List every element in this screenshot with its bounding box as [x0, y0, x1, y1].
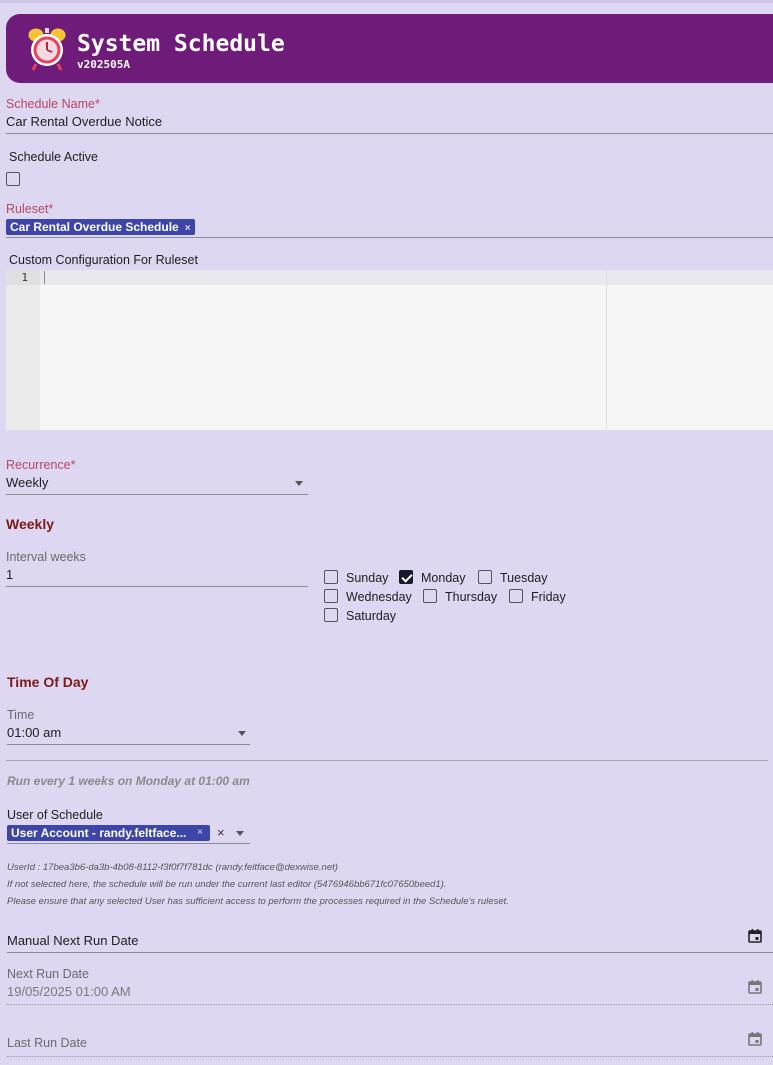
alarm-clock-icon: [28, 28, 66, 71]
day-checkbox-friday[interactable]: [509, 589, 523, 603]
manual-next-run-underline: [7, 952, 773, 953]
ruleset-underline: [6, 237, 773, 238]
app-header: System Schedule v202505A: [6, 14, 773, 83]
day-checkbox-monday[interactable]: [399, 570, 413, 584]
user-id-note: UserId : 17bea3b6-da3b-4b08-8112-f3f0f7f…: [7, 862, 338, 873]
last-run-underline: [7, 1056, 773, 1057]
editor-cursor: [44, 271, 45, 284]
day-checkbox-tuesday[interactable]: [478, 570, 492, 584]
day-label-thursday: Thursday: [445, 590, 498, 604]
user-of-schedule-label: User of Schedule: [7, 808, 103, 822]
access-warning-note: Please ensure that any selected User has…: [7, 896, 509, 907]
editor-line-number: 1: [21, 271, 28, 284]
schedule-summary: Run every 1 weeks on Monday at 01:00 am: [7, 774, 250, 788]
interval-weeks-label: Interval weeks: [6, 550, 86, 564]
ruleset-chip-remove-icon[interactable]: ×: [185, 223, 191, 234]
day-checkbox-sunday[interactable]: [324, 570, 338, 584]
user-underline: [7, 843, 250, 844]
weekly-heading: Weekly: [6, 516, 54, 532]
user-clear-icon[interactable]: ×: [217, 825, 225, 841]
custom-config-label: Custom Configuration For Ruleset: [9, 253, 198, 267]
page-title: System Schedule: [77, 31, 285, 57]
next-run-calendar-icon: [748, 980, 762, 994]
schedule-name-underline: [6, 133, 773, 134]
section-divider: [6, 760, 768, 761]
recurrence-label: Recurrence*: [6, 458, 76, 472]
next-run-label: Next Run Date: [7, 967, 89, 981]
interval-weeks-underline: [6, 586, 308, 587]
time-label: Time: [7, 708, 35, 722]
recurrence-chevron-down-icon[interactable]: [295, 481, 303, 486]
top-border: [0, 0, 773, 3]
editor-gutter: [6, 270, 40, 430]
time-select[interactable]: 01:00 am: [7, 725, 227, 740]
day-label-wednesday: Wednesday: [346, 590, 412, 604]
time-underline: [7, 744, 250, 745]
last-run-calendar-icon: [748, 1032, 762, 1046]
editor-active-line: [40, 270, 773, 285]
time-of-day-heading: Time Of Day: [7, 674, 89, 690]
manual-next-run-calendar-icon[interactable]: [748, 929, 762, 943]
time-chevron-down-icon[interactable]: [238, 731, 246, 736]
manual-next-run-input[interactable]: Manual Next Run Date: [7, 933, 727, 948]
editor-fallback-note: If not selected here, the schedule will …: [7, 879, 447, 890]
user-chip[interactable]: User Account - randy.feltface...: [7, 825, 210, 841]
day-checkbox-wednesday[interactable]: [324, 589, 338, 603]
editor-print-margin: [606, 270, 607, 430]
day-checkbox-saturday[interactable]: [324, 608, 338, 622]
day-checkbox-thursday[interactable]: [423, 589, 437, 603]
user-chip-remove-icon[interactable]: ×: [197, 825, 203, 841]
recurrence-select[interactable]: Weekly: [6, 475, 306, 490]
user-chip-label: User Account - randy.feltface...: [11, 826, 187, 840]
day-label-friday: Friday: [531, 590, 566, 604]
last-run-label: Last Run Date: [7, 1036, 87, 1050]
schedule-active-label: Schedule Active: [9, 150, 98, 164]
ruleset-chip-label: Car Rental Overdue Schedule: [10, 220, 179, 234]
interval-weeks-input[interactable]: 1: [6, 567, 306, 582]
next-run-value: 19/05/2025 01:00 AM: [7, 984, 131, 999]
schedule-name-label: Schedule Name*: [6, 97, 100, 111]
schedule-name-input[interactable]: Car Rental Overdue Notice: [6, 114, 766, 129]
day-label-sunday: Sunday: [346, 571, 389, 585]
ruleset-label: Ruleset*: [6, 202, 54, 216]
user-chevron-down-icon[interactable]: [236, 831, 244, 836]
recurrence-underline: [6, 494, 308, 495]
next-run-underline: [7, 1004, 773, 1005]
day-label-saturday: Saturday: [346, 609, 397, 623]
day-label-tuesday: Tuesday: [500, 571, 548, 585]
day-label-monday: Monday: [421, 571, 466, 585]
app-version: v202505A: [77, 58, 130, 71]
schedule-active-checkbox[interactable]: [6, 172, 20, 186]
ruleset-chip[interactable]: Car Rental Overdue Schedule ×: [6, 219, 195, 235]
custom-config-editor[interactable]: 1: [6, 270, 773, 430]
